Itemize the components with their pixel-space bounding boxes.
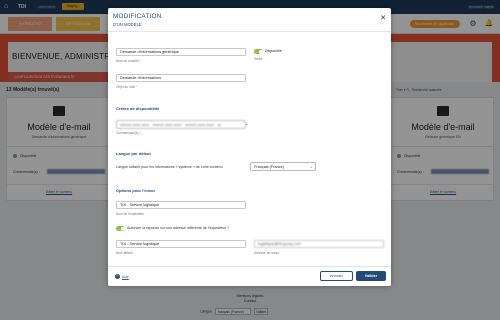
section-send-options: Options pour l'envoi [116, 188, 155, 193]
reply-email-input[interactable]: logistique@tdi-group.com [254, 240, 384, 248]
modal-title: MODIFICATION [113, 13, 162, 20]
modal-header: MODIFICATION D'UN MODÈLE ✕ [108, 8, 391, 32]
reply-name-hint: Nom affiché [116, 251, 133, 255]
sender-name-hint: Nom de l'expéditeur [116, 212, 145, 216]
subject-input[interactable]: Demande d'informations [116, 74, 246, 82]
commercial-hint: Commerciale(s) * [116, 131, 141, 135]
modal-footer: ? Aide Annuler Valider [108, 266, 391, 286]
availability-label: Disponible [265, 49, 282, 53]
help-icon[interactable]: ? [115, 274, 120, 279]
availability-hint: Statut [254, 57, 263, 61]
template-name-hint: Nom du modèle * [116, 59, 141, 63]
availability-toggle[interactable] [254, 49, 263, 54]
reply-to-toggle-label: Autoriser la réponse sur une adresse dif… [127, 226, 230, 230]
default-language-value: Français (France) [254, 165, 284, 169]
chevron-down-icon: ⌄ [309, 164, 313, 169]
commercial-select[interactable]: xxxxxx-xxxx-xxxx · xxxxxx-xxxx-xxxx · xx… [116, 120, 246, 129]
modal-subtitle: D'UN MODÈLE [113, 22, 142, 27]
reply-email-hint: Adresse de retour [254, 251, 280, 255]
template-name-input[interactable]: Demande d'informations générique [116, 48, 246, 56]
sender-name-input[interactable]: TDI - Service logistique [116, 201, 246, 209]
reply-name-input[interactable]: TDI - Service logistique [116, 240, 246, 248]
commercial-select-value: xxxxxx-xxxx-xxxx · xxxxxx-xxxx-xxxx · xx… [120, 123, 222, 127]
language-description: Langue utilisée pour les informations « … [116, 165, 223, 169]
section-availability-criteria: Critère de disponibilité [116, 106, 160, 111]
cancel-button[interactable]: Annuler [320, 271, 353, 281]
default-language-select[interactable]: Français (France) ⌄ [250, 162, 316, 171]
section-default-language: Langue par défaut [116, 151, 151, 156]
subject-hint: Objet du mail * [116, 85, 137, 89]
help-link[interactable]: Aide [122, 275, 129, 279]
save-button[interactable]: Valider [356, 271, 386, 281]
edit-template-modal: MODIFICATION D'UN MODÈLE ✕ Demande d'inf… [108, 8, 391, 286]
reply-to-toggle[interactable] [116, 226, 125, 231]
chevron-down-icon[interactable]: ⌄ [245, 121, 248, 126]
close-icon[interactable]: ✕ [380, 15, 386, 23]
